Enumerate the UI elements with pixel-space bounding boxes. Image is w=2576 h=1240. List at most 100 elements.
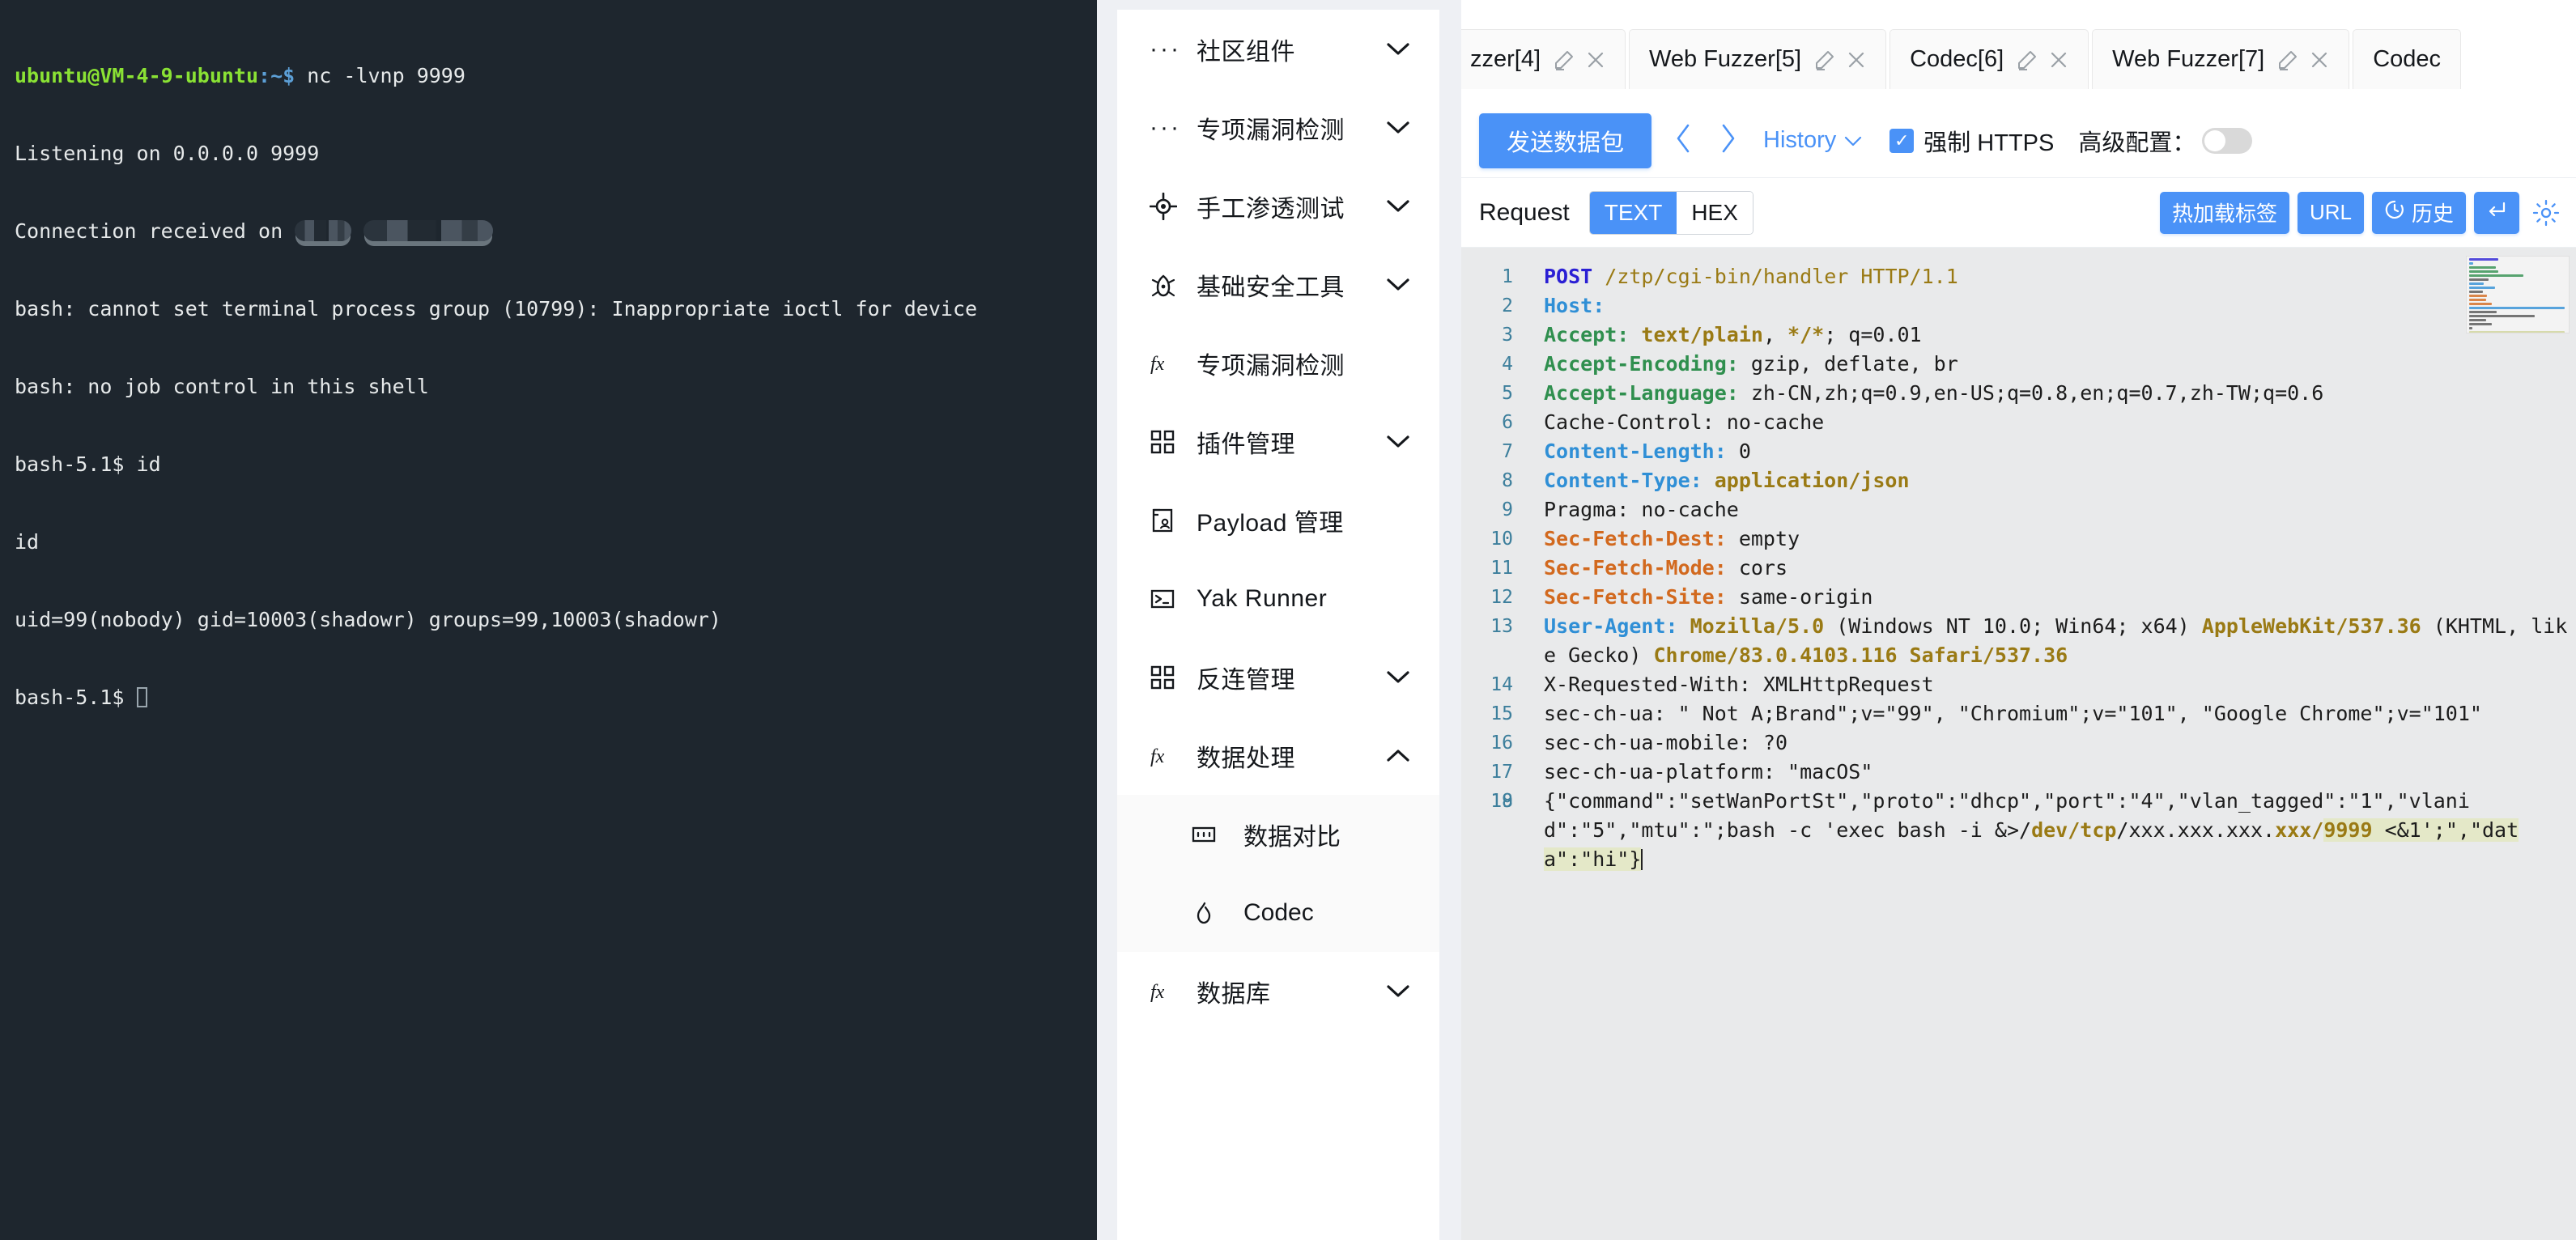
tab-web-fuzzer-7[interactable]: Web Fuzzer[7] (2092, 29, 2349, 89)
code-line: {"command":"setWanPortSt","proto":"dhcp"… (1524, 787, 2576, 874)
code-token: ; q=0.01 (1824, 323, 1921, 346)
terminal-line: Listening on 0.0.0.0 9999 (15, 141, 1082, 167)
code-token: Mozilla/5.0 (1690, 614, 1837, 638)
chevron-down-icon[interactable] (1383, 435, 1410, 449)
chevron-right-icon[interactable] (1718, 122, 1739, 159)
terminal-icon (1150, 586, 1185, 612)
chevron-down-icon[interactable] (1383, 984, 1410, 999)
chevron-left-icon[interactable] (1673, 122, 1694, 159)
editor-minimap[interactable] (2466, 256, 2570, 333)
fx-icon: fx (1150, 742, 1185, 770)
pencil-icon[interactable] (2277, 49, 2298, 70)
redacted-port (363, 220, 493, 241)
minimap-line (2469, 278, 2489, 281)
pencil-icon[interactable] (1814, 49, 1835, 70)
code-token: (Windows NT 10.0; Win64; x64) (1836, 614, 2202, 638)
fx-icon: fx (1150, 350, 1185, 377)
close-icon[interactable] (1586, 50, 1605, 70)
code-line: sec-ch-ua-mobile: ?0 (1524, 728, 2576, 758)
sidebar-item-special-vuln-detection-1[interactable]: ··· 专项漏洞检测 (1117, 88, 1439, 167)
pencil-icon[interactable] (1554, 49, 1575, 70)
line-number: 19 (1461, 787, 1513, 816)
force-https-label: 强制 HTTPS (1923, 124, 2054, 158)
minimap-line (2469, 258, 2498, 261)
terminal-panel[interactable]: ubuntu@VM-4-9-ubuntu:~$ nc -lvnp 9999 Li… (0, 0, 1097, 1240)
sidebar-item-label: 基础安全工具 (1185, 267, 1383, 303)
text-hex-segmented-control: TEXT HEX (1589, 191, 1753, 235)
history-label: History (1763, 127, 1836, 154)
advanced-config-switch[interactable] (2202, 128, 2252, 154)
sidebar-item-special-vuln-detection-2[interactable]: fx 专项漏洞检测 (1117, 324, 1439, 402)
tab-codec-6[interactable]: Codec[6] (1889, 29, 2089, 89)
line-number: 15 (1461, 699, 1513, 728)
sidebar-subitem-codec[interactable]: Codec (1117, 873, 1439, 952)
dots-icon: ··· (1150, 124, 1185, 132)
tab-codec-clipped[interactable]: Codec (2353, 29, 2461, 89)
terminal-line: id (15, 529, 1082, 555)
pencil-icon[interactable] (2017, 49, 2038, 70)
history-button[interactable]: 历史 (2372, 192, 2466, 234)
close-icon[interactable] (2310, 50, 2329, 70)
code-token: POST (1544, 265, 1605, 288)
request-toolbar: Request TEXT HEX 热加载标签 URL 历史 (1461, 178, 2576, 248)
code-token: 9999 (2323, 818, 2372, 842)
sidebar-item-reverse-connection-management[interactable]: 反连管理 (1117, 638, 1439, 716)
force-https-toggle[interactable]: ✓ 强制 HTTPS (1889, 124, 2054, 158)
chevron-up-icon[interactable] (1383, 749, 1410, 763)
sidebar-subitem-data-compare[interactable]: 数据对比 (1117, 795, 1439, 873)
sidebar-item-yak-runner[interactable]: Yak Runner (1117, 559, 1439, 638)
compare-icon (1192, 822, 1227, 847)
hot-reload-tags-button[interactable]: 热加载标签 (2160, 192, 2289, 234)
tab-web-fuzzer-4[interactable]: zzer[4] (1461, 29, 1626, 89)
line-number: 1 (1461, 262, 1513, 291)
history-dropdown[interactable]: History (1763, 127, 1862, 154)
chevron-down-icon[interactable] (1383, 199, 1410, 214)
code-token: User-Agent: (1544, 614, 1690, 638)
code-line: Cache-Control: no-cache (1524, 408, 2576, 437)
code-line: Sec-Fetch-Site: same-origin (1524, 583, 2576, 612)
sidebar-item-data-processing[interactable]: fx 数据处理 (1117, 716, 1439, 795)
request-editor[interactable]: 12345678910111213141516171819 POST /ztp/… (1461, 248, 2576, 1240)
enter-button[interactable] (2474, 192, 2519, 234)
payload-icon (1150, 507, 1185, 533)
minimap-line (2469, 315, 2535, 317)
chevron-down-icon[interactable] (1383, 42, 1410, 57)
tab-web-fuzzer-5[interactable]: Web Fuzzer[5] (1629, 29, 1886, 89)
code-line: POST /ztp/cgi-bin/handler HTTP/1.1 (1524, 262, 2576, 291)
sidebar-item-label: 数据处理 (1185, 738, 1383, 774)
line-number: 8 (1461, 466, 1513, 495)
terminal-line-connection: Connection received on (15, 219, 1082, 244)
sidebar-item-database[interactable]: fx 数据库 (1117, 952, 1439, 1030)
svg-text:fx: fx (1150, 746, 1165, 767)
sidebar-item-label: 插件管理 (1185, 424, 1383, 460)
chevron-down-icon[interactable] (1383, 670, 1410, 685)
url-button[interactable]: URL (2298, 192, 2364, 234)
code-area[interactable]: POST /ztp/cgi-bin/handler HTTP/1.1Host: A… (1524, 248, 2576, 1240)
minimap-line (2469, 307, 2565, 309)
chevron-down-icon[interactable] (1383, 278, 1410, 292)
close-icon[interactable] (1847, 50, 1866, 70)
chevron-down-icon[interactable] (1383, 121, 1410, 135)
code-token: Accept-Encoding: (1544, 352, 1751, 376)
sidebar-item-payload-management[interactable]: Payload 管理 (1117, 481, 1439, 559)
checkbox-checked-icon[interactable]: ✓ (1889, 129, 1914, 153)
sidebar-item-manual-pentest[interactable]: 手工渗透测试 (1117, 167, 1439, 245)
line-number: 4 (1461, 350, 1513, 379)
sidebar-item-plugin-management[interactable]: 插件管理 (1117, 402, 1439, 481)
sidebar-item-basic-security-tools[interactable]: 基础安全工具 (1117, 245, 1439, 324)
code-line: sec-ch-ua: " Not A;Brand";v="99", "Chrom… (1524, 699, 2576, 728)
code-token: Content-Length: (1544, 440, 1739, 463)
code-line: Host: (1524, 291, 2576, 321)
mode-hex-button[interactable]: HEX (1677, 192, 1753, 234)
sidebar-item-community-components[interactable]: ··· 社区组件 (1117, 10, 1439, 88)
tab-label: Codec[6] (1910, 46, 2004, 73)
close-icon[interactable] (2049, 50, 2068, 70)
redacted-ip (295, 220, 351, 241)
mode-text-button[interactable]: TEXT (1590, 192, 1677, 234)
terminal-line: uid=99(nobody) gid=10003(shadowr) groups… (15, 607, 1082, 633)
gear-icon[interactable] (2532, 199, 2560, 227)
sidebar-item-label: 反连管理 (1185, 660, 1383, 695)
minimap-line (2469, 270, 2498, 273)
code-token: /xxx.xxx.xxx. (2116, 818, 2275, 842)
send-packet-button[interactable]: 发送数据包 (1479, 113, 1651, 168)
